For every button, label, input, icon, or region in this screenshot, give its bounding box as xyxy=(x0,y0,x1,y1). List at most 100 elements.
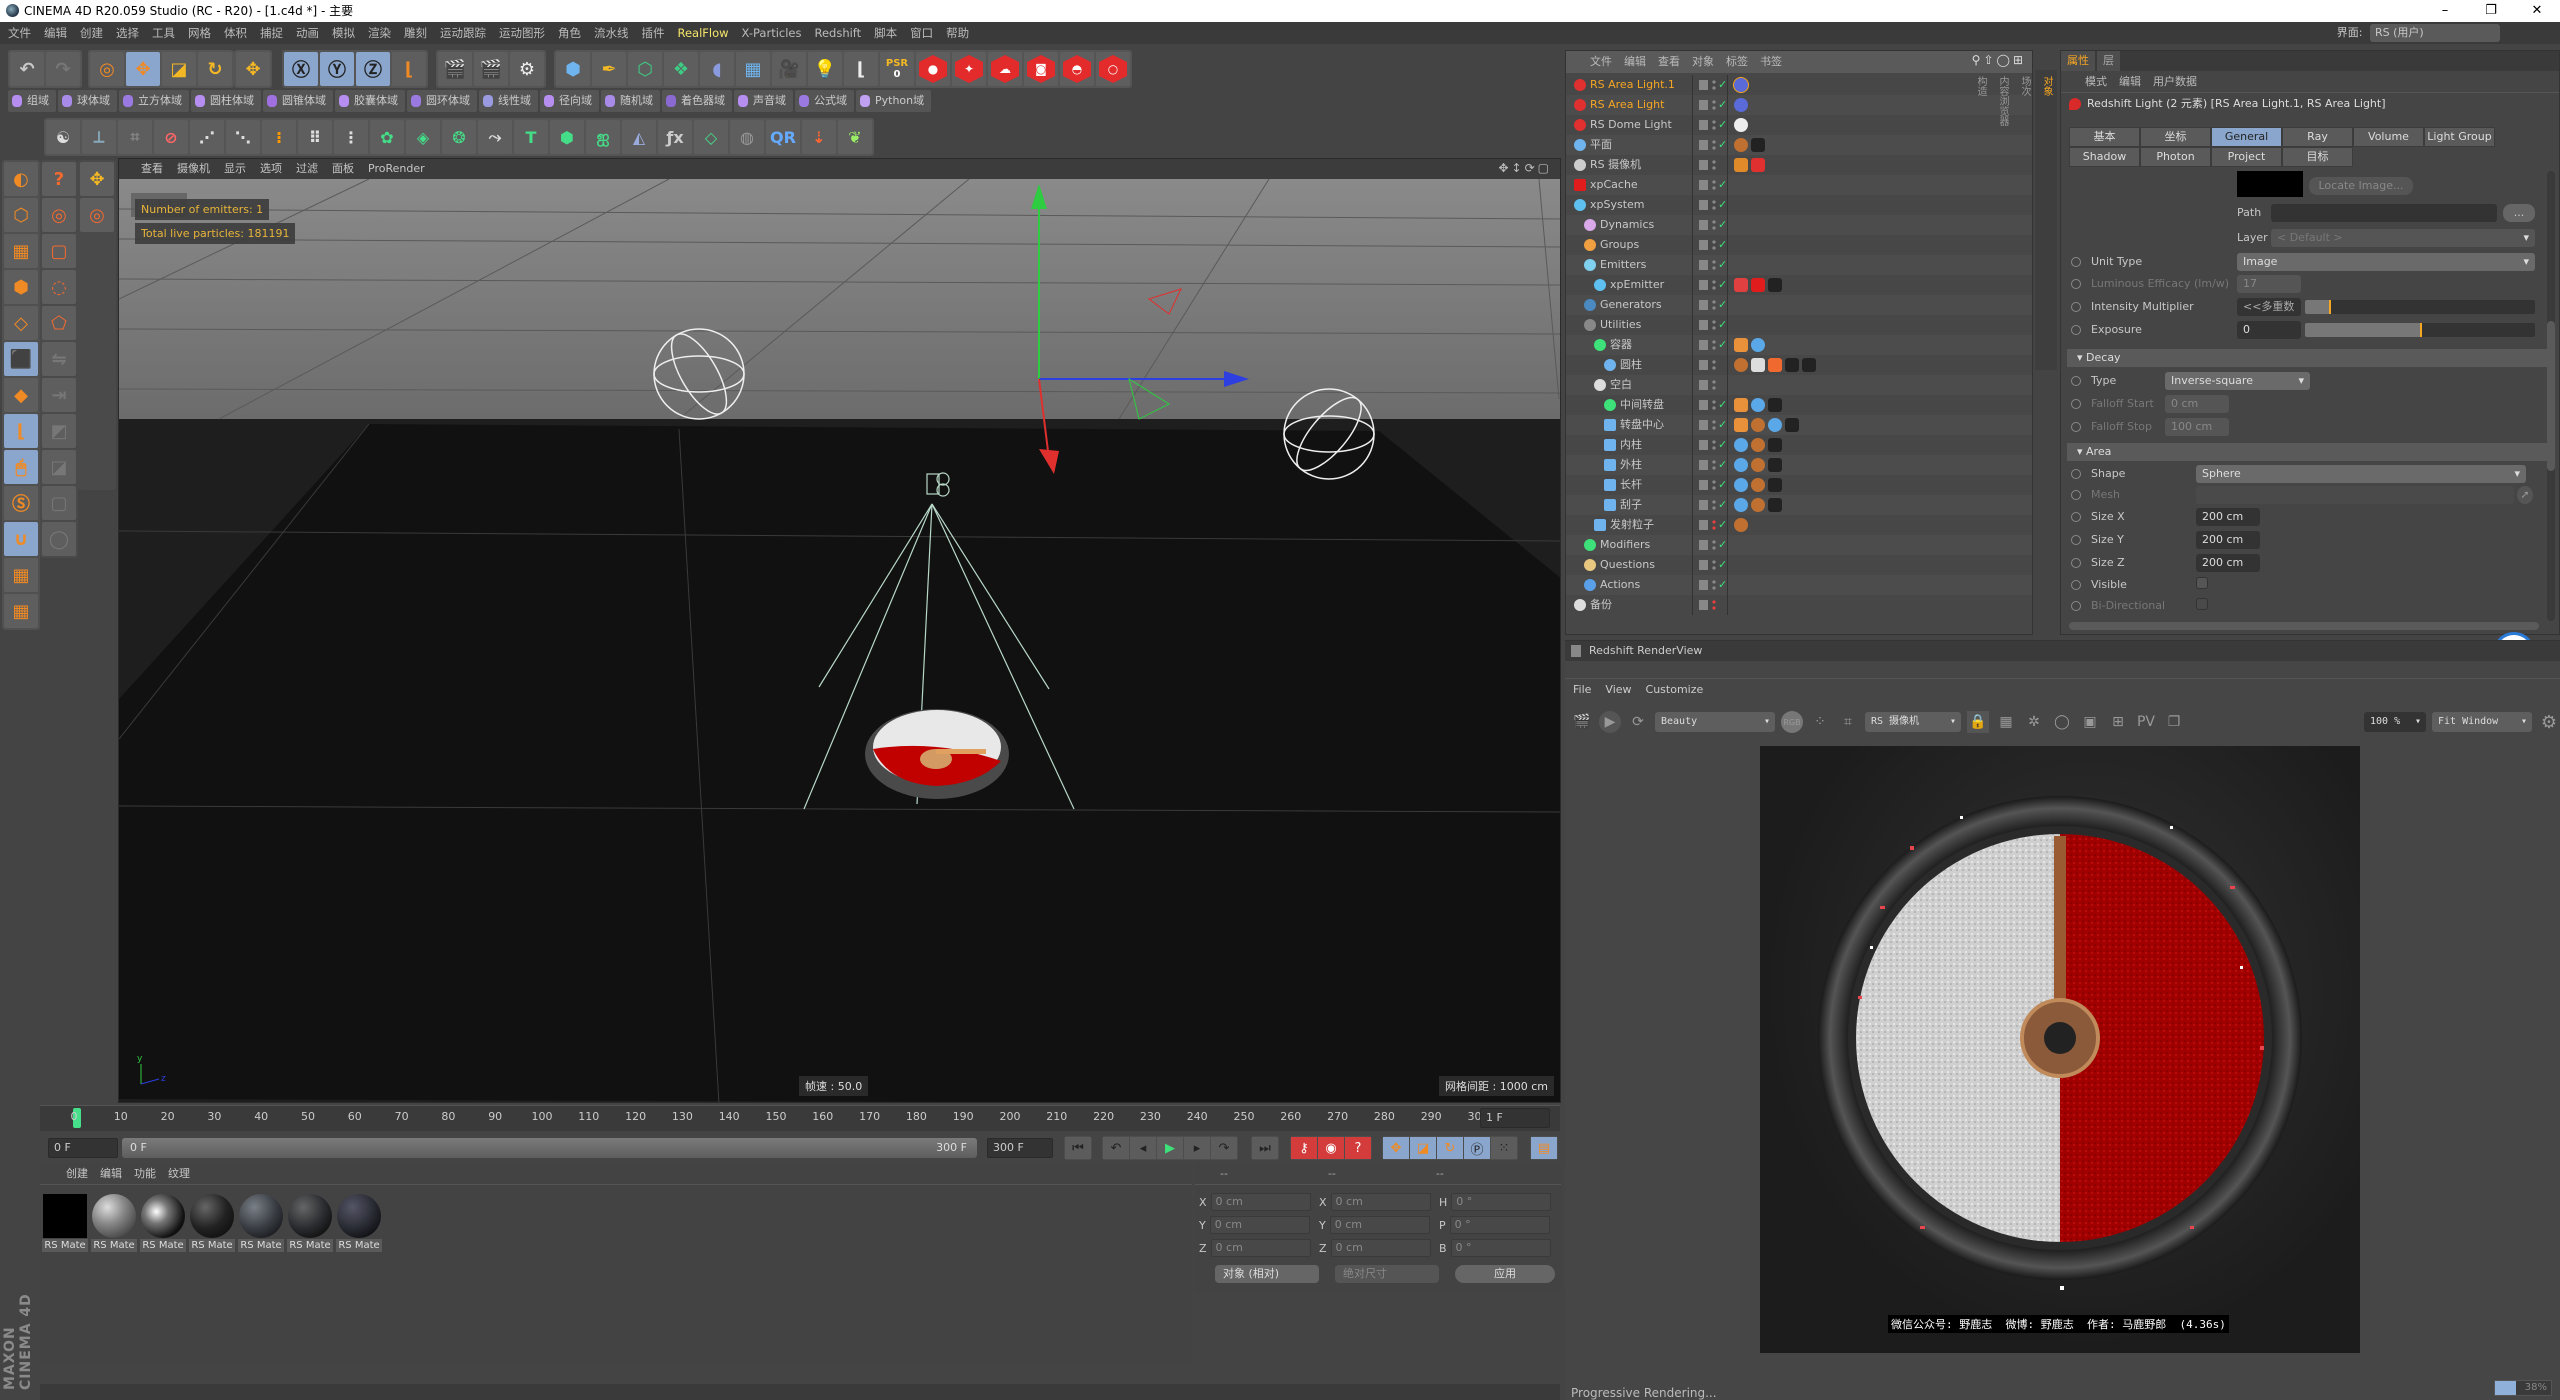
start-frame-field[interactable]: 0 F xyxy=(48,1138,118,1158)
visible-keyframe[interactable] xyxy=(2071,580,2081,590)
layer-dropdown[interactable]: < Default > xyxy=(2271,229,2535,247)
object-row[interactable]: Groups ✓ xyxy=(1566,235,2032,255)
rotate-icon[interactable]: ↻ xyxy=(198,52,232,86)
layout-dropdown[interactable]: RS (用户) xyxy=(2370,24,2500,42)
attributes-menu-0[interactable]: 模式 xyxy=(2085,75,2107,88)
workplane-snap-icon[interactable]: ▦ xyxy=(4,594,38,628)
visibility-dots[interactable] xyxy=(1712,519,1716,531)
unit-type-dropdown[interactable]: Image xyxy=(2237,253,2535,271)
end-frame-field[interactable]: 300 F xyxy=(987,1138,1053,1158)
light-icon[interactable]: 💡 xyxy=(808,52,842,86)
volume-icon[interactable]: ◭ xyxy=(622,120,656,154)
xp-generator-icon[interactable]: ⋰ xyxy=(190,120,224,154)
axis-mode-icon[interactable]: ⌊ xyxy=(4,414,38,448)
object-name[interactable]: RS 摄像机 xyxy=(1590,155,1641,175)
attributes-scrollbar[interactable] xyxy=(2547,171,2555,621)
tab-general[interactable]: General xyxy=(2211,127,2282,147)
tab-shadow[interactable]: Shadow xyxy=(2069,147,2140,167)
visibility-dots[interactable] xyxy=(1712,559,1716,571)
layer-checkbox[interactable] xyxy=(1699,480,1708,490)
object-row[interactable]: 中间转盘 ✓ xyxy=(1566,395,2032,415)
decay-type-keyframe[interactable] xyxy=(2071,376,2081,386)
field-button-8[interactable]: 径向域 xyxy=(540,90,599,112)
material-tag-icon[interactable] xyxy=(1768,478,1782,492)
object-name[interactable]: Utilities xyxy=(1600,315,1641,335)
visibility-dots[interactable] xyxy=(1712,499,1716,511)
layer-checkbox[interactable] xyxy=(1699,280,1708,290)
size-z-keyframe[interactable] xyxy=(2071,558,2081,568)
xp-cache-tag-icon[interactable] xyxy=(1751,278,1765,292)
particle-group-icon[interactable]: ⊘ xyxy=(154,120,188,154)
menu-20[interactable]: 脚本 xyxy=(874,26,897,40)
size-x-field[interactable]: 200 cm xyxy=(2196,508,2260,526)
object-row[interactable]: 转盘中心 ✓ xyxy=(1566,415,2032,435)
zoom-field[interactable]: 100 % xyxy=(2364,712,2426,732)
viewport[interactable]: 查看 摄像机 显示 选项 过滤 面板 ProRender ✥↕⟳▢ y z Nu… xyxy=(118,158,1561,1103)
object-name[interactable]: 中间转盘 xyxy=(1620,395,1664,415)
position-track-icon[interactable]: ✥ xyxy=(1383,1137,1409,1159)
wireframe-icon[interactable]: ◍ xyxy=(730,120,764,154)
material-swatch[interactable]: RS Mate xyxy=(91,1193,137,1253)
visibility-dots[interactable] xyxy=(1712,299,1716,311)
menu-18[interactable]: X-Particles xyxy=(742,26,802,40)
tab-ray[interactable]: Ray xyxy=(2282,127,2353,147)
go-to-end-icon[interactable]: ⏭ xyxy=(1252,1137,1278,1159)
side-tab-3[interactable]: 构造 xyxy=(1969,76,1991,356)
visibility-dots[interactable] xyxy=(1712,439,1716,451)
visibility-dots[interactable] xyxy=(1712,399,1716,411)
side-tab-0[interactable]: 对象 xyxy=(2035,76,2057,356)
pen-icon[interactable]: ✒ xyxy=(592,52,626,86)
home-icon[interactable]: ⇧ xyxy=(1983,53,1996,67)
menu-1[interactable]: 编辑 xyxy=(44,26,67,40)
collider-tag-icon[interactable] xyxy=(1768,418,1782,432)
object-row[interactable]: xpSystem ✓ xyxy=(1566,195,2032,215)
object-row[interactable]: 平面 ✓ xyxy=(1566,135,2032,155)
grid-icon[interactable]: ⠿ xyxy=(298,120,332,154)
layer-checkbox[interactable] xyxy=(1699,160,1708,170)
decay-type-dropdown[interactable]: Inverse-square xyxy=(2165,372,2310,390)
mesh-link-field[interactable] xyxy=(2196,486,2514,504)
tab-photon[interactable]: Photon xyxy=(2140,147,2211,167)
material-menu-0[interactable]: 创建 xyxy=(66,1167,88,1180)
x-axis-icon[interactable]: Ⓧ xyxy=(284,52,318,86)
phong-tag-icon[interactable] xyxy=(1734,138,1748,152)
coord-rotation-h-field[interactable]: 0 ° xyxy=(1451,1193,1552,1211)
object-name[interactable]: xpSystem xyxy=(1590,195,1645,215)
material-swatch[interactable]: RS Mate xyxy=(287,1193,333,1253)
timeline-icon[interactable]: ▤ xyxy=(1531,1137,1557,1159)
side-tab-2[interactable]: 内容浏览器 xyxy=(1991,76,2013,356)
points-mode-icon[interactable]: ◇ xyxy=(4,306,38,340)
xp-cache-icon[interactable]: ⌗ xyxy=(118,120,152,154)
add-snapshot-icon[interactable]: ⊞ xyxy=(2107,711,2129,733)
size-x-keyframe[interactable] xyxy=(2071,512,2081,522)
object-menu-3[interactable]: 对象 xyxy=(1692,55,1714,68)
next-key-icon[interactable]: ↷ xyxy=(1211,1137,1237,1159)
xp-system-icon[interactable]: ☯ xyxy=(46,120,80,154)
object-row[interactable]: RS 摄像机 xyxy=(1566,155,2032,175)
snapshot-icon[interactable]: ▣ xyxy=(2079,711,2101,733)
object-name[interactable]: RS Area Light xyxy=(1590,95,1664,115)
enabled-check-icon[interactable]: ✓ xyxy=(1718,195,1727,215)
menu-17[interactable]: RealFlow xyxy=(678,26,729,40)
collider-tag-icon[interactable] xyxy=(1734,498,1748,512)
visibility-dots[interactable] xyxy=(1712,259,1716,271)
visibility-dots[interactable] xyxy=(1712,179,1716,191)
object-name[interactable]: 发射粒子 xyxy=(1610,515,1654,535)
tab-目标[interactable]: 目标 xyxy=(2282,147,2353,167)
material-tag-icon[interactable] xyxy=(1785,418,1799,432)
enabled-check-icon[interactable]: ✓ xyxy=(1718,255,1727,275)
clapboard-icon[interactable]: 🎬 xyxy=(1571,711,1593,733)
array-icon[interactable]: ❖ xyxy=(664,52,698,86)
layer-checkbox[interactable] xyxy=(1699,380,1708,390)
start-render-icon[interactable]: ▶ xyxy=(1599,711,1621,733)
enabled-check-icon[interactable]: ✓ xyxy=(1718,235,1727,255)
object-row[interactable]: 发射粒子 ✓ xyxy=(1566,515,2032,535)
rs-light-tag-icon[interactable] xyxy=(1734,98,1748,112)
viewport-menu-2[interactable]: 显示 xyxy=(224,162,246,175)
enabled-check-icon[interactable]: ✓ xyxy=(1718,175,1727,195)
layer-checkbox[interactable] xyxy=(1699,600,1708,610)
field-button-2[interactable]: 立方体域 xyxy=(119,90,189,112)
phong-tag-icon[interactable] xyxy=(1751,498,1765,512)
visibility-dots[interactable] xyxy=(1712,119,1716,131)
area-section-header[interactable]: ▾ Area xyxy=(2067,443,2549,461)
